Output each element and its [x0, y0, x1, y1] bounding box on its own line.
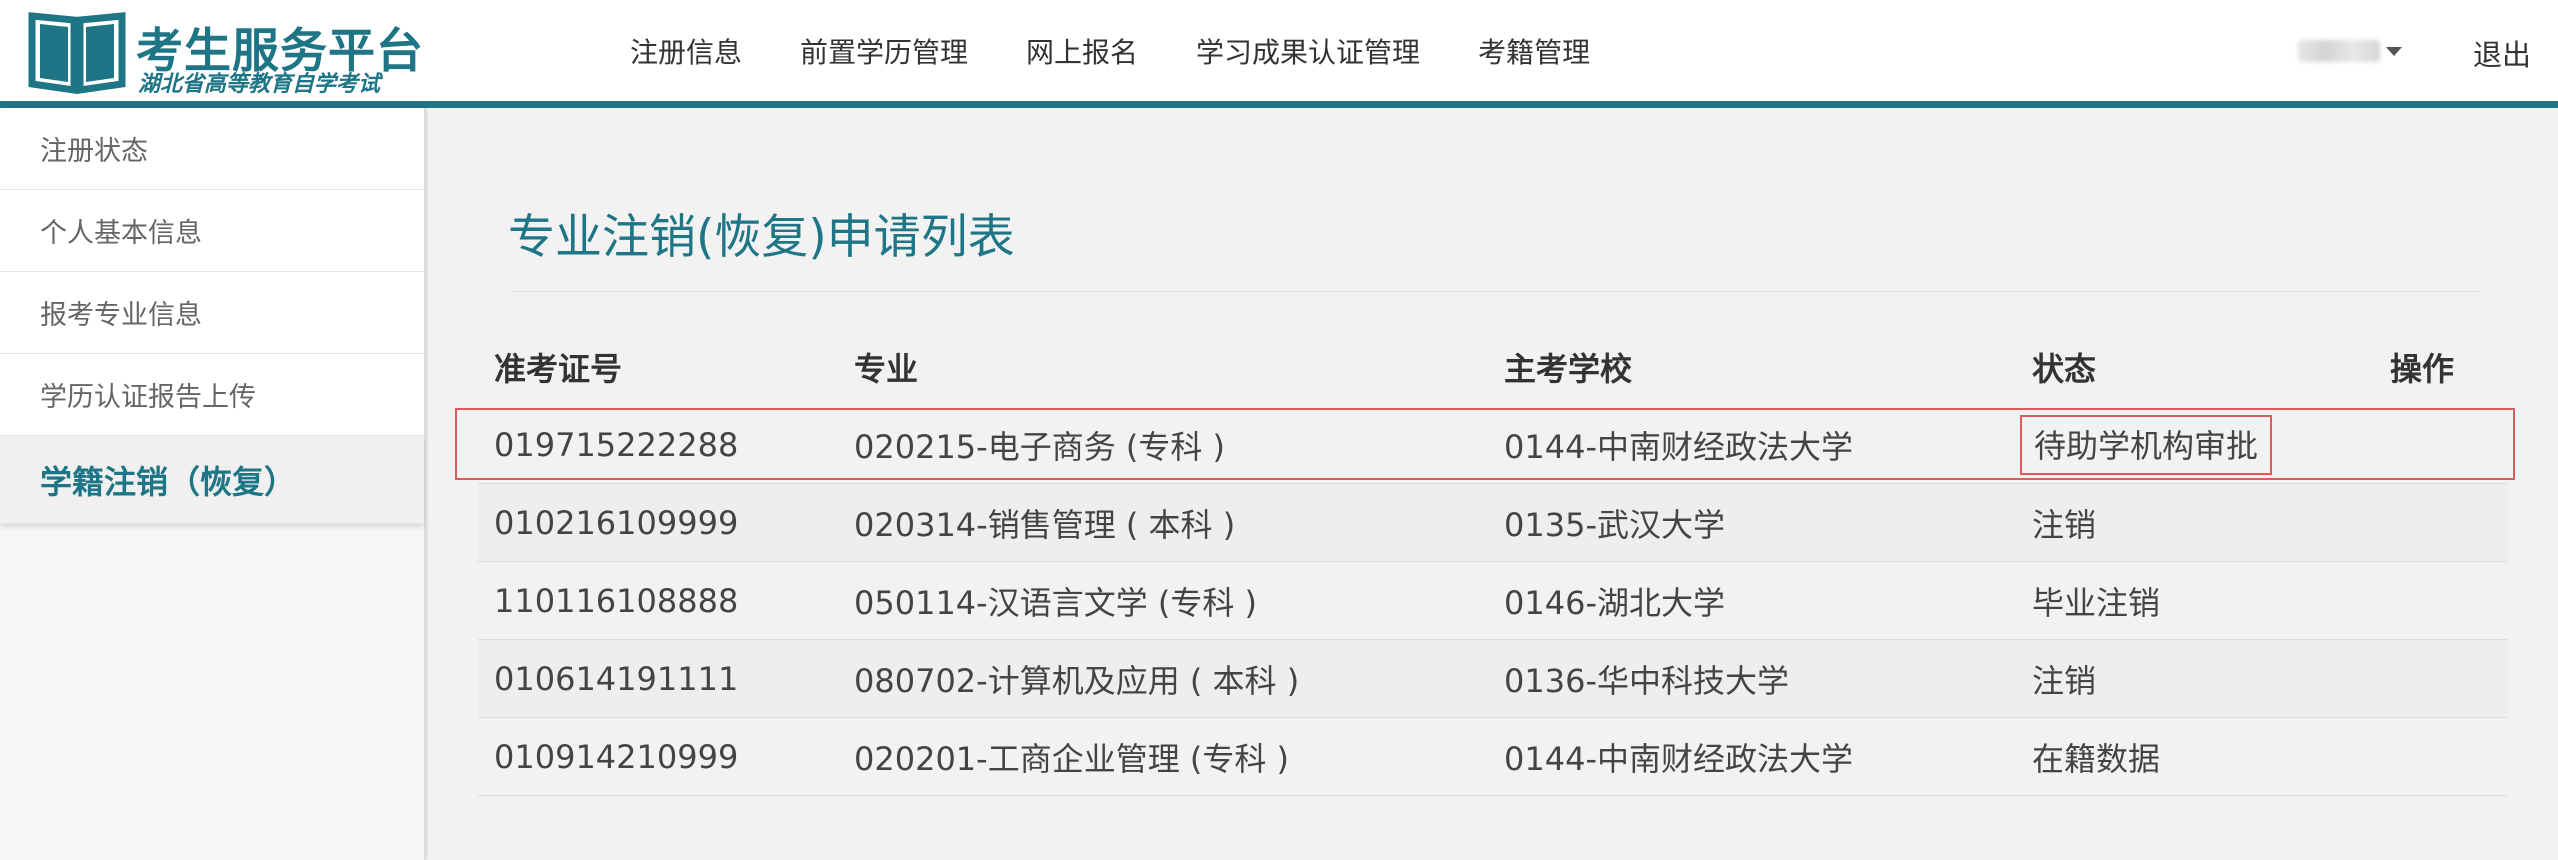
sidebar-item-degree-report-upload[interactable]: 学历认证报告上传: [0, 354, 424, 436]
page-title: 专业注销(恢复)申请列表: [508, 210, 1015, 265]
table-row[interactable]: 019715222288 020215-电子商务 (专科 ) 0144-中南财经…: [478, 406, 2508, 484]
user-menu[interactable]: [2298, 34, 2402, 68]
cell-major: 020201-工商企业管理 (专科 ): [854, 739, 1290, 778]
cell-status: 注销: [2032, 661, 2097, 700]
cell-school: 0146-湖北大学: [1504, 583, 1725, 622]
status-highlight: 待助学机构审批: [2020, 414, 2273, 475]
cell-status: 待助学机构审批: [2020, 414, 2390, 475]
cell-major: 020314-销售管理 ( 本科 ): [854, 505, 1236, 544]
table-row[interactable]: 010614191111 080702-计算机及应用 ( 本科 ) 0136-华…: [478, 640, 2508, 718]
cell-exam-id: 110116108888: [494, 581, 739, 620]
cell-exam-id: 010614191111: [494, 659, 739, 698]
cell-school: 0144-中南财经政法大学: [1504, 427, 1853, 466]
nav-student-status[interactable]: 考籍管理: [1478, 31, 1590, 71]
application-table: 准考证号 专业 主考学校 状态 操作 019715222288 020215-电…: [455, 328, 2515, 796]
column-header-exam-id: 准考证号: [494, 350, 623, 388]
cell-major: 050114-汉语言文学 (专科 ): [854, 583, 1258, 622]
logo-subtitle: 湖北省高等教育自学考试: [138, 72, 381, 97]
table-row[interactable]: 110116108888 050114-汉语言文学 (专科 ) 0146-湖北大…: [478, 562, 2508, 640]
main-nav: 注册信息 前置学历管理 网上报名 学习成果认证管理 考籍管理: [630, 0, 1648, 102]
cell-status: 在籍数据: [2032, 739, 2161, 778]
cell-school: 0144-中南财经政法大学: [1504, 739, 1853, 778]
cell-major: 080702-计算机及应用 ( 本科 ): [854, 661, 1300, 700]
table-row[interactable]: 010216109999 020314-销售管理 ( 本科 ) 0135-武汉大…: [478, 484, 2508, 562]
column-header-action: 操作: [2390, 350, 2455, 388]
table-row[interactable]: 010914210999 020201-工商企业管理 (专科 ) 0144-中南…: [478, 718, 2508, 796]
nav-online-signup[interactable]: 网上报名: [1026, 31, 1138, 71]
cell-exam-id: 010914210999: [494, 737, 739, 776]
platform-logo[interactable]: 考生服务平台 湖北省高等教育自学考试: [26, 8, 423, 97]
chevron-down-icon: [2386, 46, 2402, 56]
table-header: 准考证号 专业 主考学校 状态 操作: [478, 328, 2508, 406]
cell-status: 注销: [2032, 505, 2097, 544]
sidebar-item-registration-status[interactable]: 注册状态: [0, 108, 424, 190]
cell-major: 020215-电子商务 (专科 ): [854, 427, 1226, 466]
top-header: 考生服务平台 湖北省高等教育自学考试 注册信息 前置学历管理 网上报名 学习成果…: [0, 0, 2558, 108]
book-logo-icon: [28, 12, 126, 94]
title-divider: [510, 291, 2480, 292]
sidebar-item-personal-info[interactable]: 个人基本信息: [0, 190, 424, 272]
nav-registration-info[interactable]: 注册信息: [630, 31, 742, 71]
nav-prior-education[interactable]: 前置学历管理: [800, 31, 968, 71]
column-header-major: 专业: [854, 350, 919, 388]
sidebar-item-status-cancel[interactable]: 学籍注销（恢复）: [0, 436, 424, 524]
cell-school: 0135-武汉大学: [1504, 505, 1725, 544]
cell-exam-id: 019715222288: [494, 425, 739, 464]
nav-learning-credit[interactable]: 学习成果认证管理: [1196, 31, 1420, 71]
sidebar-item-major-info[interactable]: 报考专业信息: [0, 272, 424, 354]
logout-link[interactable]: 退出: [2473, 32, 2531, 74]
cell-school: 0136-华中科技大学: [1504, 661, 1789, 700]
column-header-status: 状态: [2032, 350, 2097, 388]
main-content: 专业注销(恢复)申请列表 准考证号 专业 主考学校 状态 操作 01971522…: [428, 108, 2558, 860]
cell-status: 毕业注销: [2032, 583, 2161, 622]
username-blurred: [2298, 40, 2380, 62]
column-header-school: 主考学校: [1504, 350, 1633, 388]
cell-exam-id: 010216109999: [494, 503, 739, 542]
sidebar: 注册状态 个人基本信息 报考专业信息 学历认证报告上传 学籍注销（恢复）: [0, 108, 426, 860]
